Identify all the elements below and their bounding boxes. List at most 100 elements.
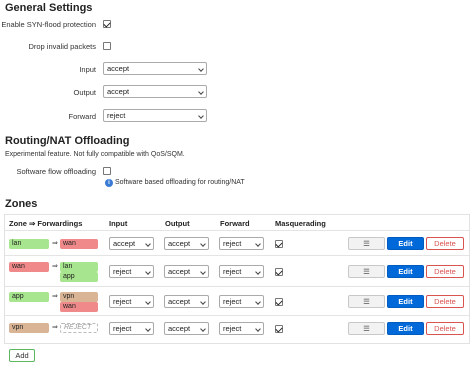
zone-forward-value: reject: [223, 297, 242, 306]
flow-offloading-checkbox[interactable]: [103, 167, 111, 175]
zone-masquerading-checkbox[interactable]: [275, 240, 283, 248]
row-divider: [5, 315, 469, 316]
zone-drag-menu-button[interactable]: ☰: [348, 237, 385, 250]
input-policy-select[interactable]: accept: [103, 62, 207, 75]
zone-forward-select[interactable]: reject: [219, 265, 264, 278]
offloading-description: Experimental feature. Not fully compatib…: [5, 151, 185, 158]
forward-tag-vpn: vpn: [60, 292, 98, 302]
chevron-down-icon: [200, 326, 206, 332]
forward-tag-wan: wan: [60, 239, 98, 249]
zone-edit-button[interactable]: Edit: [387, 265, 424, 278]
forward-tag-wan: wan: [60, 302, 98, 312]
zone-output-select[interactable]: accept: [164, 295, 209, 308]
row-divider: [5, 255, 469, 256]
zone-edit-button[interactable]: Edit: [387, 322, 424, 335]
zone-forward-value: reject: [223, 239, 242, 248]
col-output: Output: [165, 219, 190, 228]
forward-arrow: ⇒: [52, 240, 58, 247]
chevron-down-icon: [145, 269, 151, 275]
output-policy-value: accept: [107, 87, 130, 96]
zone-delete-button[interactable]: Delete: [426, 237, 464, 250]
chevron-down-icon: [145, 299, 151, 305]
col-zone-forwardings: Zone ⇒ Forwardings: [9, 219, 83, 228]
zone-masquerading-checkbox[interactable]: [275, 268, 283, 276]
zone-tag-vpn: vpn: [9, 323, 49, 333]
zone-forward-value: reject: [223, 267, 242, 276]
drop-invalid-checkbox[interactable]: [103, 42, 111, 50]
chevron-down-icon: [198, 89, 204, 95]
chevron-down-icon: [255, 269, 261, 275]
zone-masquerading-checkbox[interactable]: [275, 298, 283, 306]
syn-flood-checkbox[interactable]: [103, 20, 111, 28]
input-policy-value: accept: [107, 64, 130, 73]
zone-input-select[interactable]: accept: [109, 237, 154, 250]
zone-forward-select[interactable]: reject: [219, 322, 264, 335]
zone-forward-select[interactable]: reject: [219, 295, 264, 308]
zone-drag-menu-button[interactable]: ☰: [348, 265, 385, 278]
chevron-down-icon: [145, 326, 151, 332]
zone-delete-button[interactable]: Delete: [426, 265, 464, 278]
zone-tag-app: app: [9, 292, 49, 302]
row-divider: [5, 230, 469, 231]
zone-forward-value: reject: [223, 324, 242, 333]
forward-arrow: ⇒: [52, 293, 58, 300]
forward-arrow: ⇒: [52, 324, 58, 331]
zone-delete-button[interactable]: Delete: [426, 295, 464, 308]
zone-edit-button[interactable]: Edit: [387, 237, 424, 250]
row-divider: [5, 286, 469, 287]
forward-policy-label: Forward: [68, 112, 96, 121]
zone-input-select[interactable]: reject: [109, 265, 154, 278]
info-icon: i: [105, 179, 113, 187]
zone-output-value: accept: [168, 297, 191, 306]
general-settings-title: General Settings: [5, 2, 93, 14]
zone-forward-select[interactable]: reject: [219, 237, 264, 250]
zone-input-value: reject: [113, 324, 132, 333]
col-masquerading: Masquerading: [275, 219, 326, 228]
zone-input-select[interactable]: reject: [109, 322, 154, 335]
chevron-down-icon: [200, 299, 206, 305]
zones-title: Zones: [5, 198, 38, 210]
offloading-title: Routing/NAT Offloading: [5, 135, 130, 147]
forward-tag-lan: lan: [60, 262, 98, 272]
chevron-down-icon: [145, 241, 151, 247]
add-zone-button[interactable]: Add: [9, 349, 35, 362]
input-policy-label: Input: [79, 65, 96, 74]
zone-drag-menu-button[interactable]: ☰: [348, 322, 385, 335]
chevron-down-icon: [198, 113, 204, 119]
flow-offloading-label: Software flow offloading: [16, 167, 97, 176]
chevron-down-icon: [255, 299, 261, 305]
syn-flood-label: Enable SYN-flood protection: [1, 20, 96, 29]
zone-tag-lan: lan: [9, 239, 49, 249]
zone-edit-button[interactable]: Edit: [387, 295, 424, 308]
forward-policy-value: reject: [107, 111, 126, 120]
col-input: Input: [109, 219, 128, 228]
forward-reject-placeholder: REJECT: [60, 323, 98, 333]
zone-drag-menu-button[interactable]: ☰: [348, 295, 385, 308]
output-policy-select[interactable]: accept: [103, 85, 207, 98]
output-policy-label: Output: [73, 88, 96, 97]
zone-input-select[interactable]: reject: [109, 295, 154, 308]
col-forward: Forward: [220, 219, 250, 228]
zone-output-value: accept: [168, 324, 191, 333]
zone-input-value: reject: [113, 297, 132, 306]
chevron-down-icon: [200, 269, 206, 275]
flow-offloading-hint: Software based offloading for routing/NA…: [115, 179, 245, 186]
chevron-down-icon: [198, 66, 204, 72]
zone-output-select[interactable]: accept: [164, 237, 209, 250]
forward-arrow: ⇒: [52, 263, 58, 270]
forward-tag-app: app: [60, 272, 98, 282]
zone-input-value: reject: [113, 267, 132, 276]
zone-output-value: accept: [168, 239, 191, 248]
forward-policy-select[interactable]: reject: [103, 109, 207, 122]
zone-output-value: accept: [168, 267, 191, 276]
zone-delete-button[interactable]: Delete: [426, 322, 464, 335]
zone-output-select[interactable]: accept: [164, 322, 209, 335]
zone-tag-wan: wan: [9, 262, 49, 272]
zone-input-value: accept: [113, 239, 136, 248]
zone-output-select[interactable]: accept: [164, 265, 209, 278]
chevron-down-icon: [255, 326, 261, 332]
drop-invalid-label: Drop invalid packets: [28, 42, 96, 51]
chevron-down-icon: [200, 241, 206, 247]
chevron-down-icon: [255, 241, 261, 247]
zone-masquerading-checkbox[interactable]: [275, 325, 283, 333]
